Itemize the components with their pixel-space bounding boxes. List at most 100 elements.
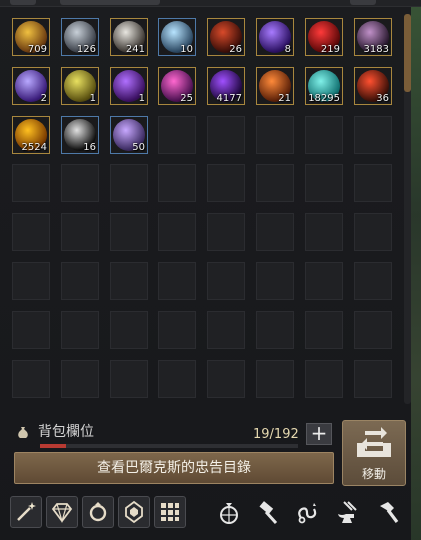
inventory-item-slot[interactable]: 36	[354, 67, 392, 105]
empty-slot[interactable]	[354, 311, 392, 349]
inventory-item-slot[interactable]: 3183	[354, 18, 392, 56]
bottom-toolbar	[0, 492, 421, 540]
inventory-item-slot[interactable]: 10	[158, 18, 196, 56]
item-count: 16	[83, 142, 96, 153]
item-count: 18295	[308, 93, 340, 104]
empty-slot[interactable]	[256, 213, 294, 251]
inventory-item-slot[interactable]: 2	[12, 67, 50, 105]
empty-slot[interactable]	[305, 213, 343, 251]
empty-slot[interactable]	[158, 311, 196, 349]
empty-slot[interactable]	[110, 262, 148, 300]
empty-slot[interactable]	[12, 311, 50, 349]
empty-slot[interactable]	[61, 213, 99, 251]
anvil-icon[interactable]	[330, 496, 362, 528]
barks-advice-button[interactable]: 查看巴爾克斯的忠告目錄	[14, 452, 334, 484]
inventory-item-slot[interactable]: 126	[61, 18, 99, 56]
inventory-item-slot[interactable]: 1	[61, 67, 99, 105]
empty-slot[interactable]	[256, 360, 294, 398]
wand-icon[interactable]	[10, 496, 42, 528]
inventory-item-slot[interactable]: 16	[61, 116, 99, 154]
empty-slot[interactable]	[354, 213, 392, 251]
top-tab-chip[interactable]	[10, 0, 36, 5]
item-count: 3183	[363, 44, 389, 55]
pouch-icon	[18, 427, 28, 438]
empty-slot[interactable]	[354, 164, 392, 202]
item-count: 25	[180, 93, 193, 104]
inventory-item-slot[interactable]: 25	[158, 67, 196, 105]
smith-hammer-icon[interactable]	[370, 496, 402, 528]
empty-slot[interactable]	[61, 311, 99, 349]
empty-slot[interactable]	[354, 116, 392, 154]
empty-slot[interactable]	[305, 116, 343, 154]
empty-slot[interactable]	[207, 164, 245, 202]
orb-icon[interactable]	[212, 496, 244, 528]
inventory-item-slot[interactable]: 4177	[207, 67, 245, 105]
empty-slot[interactable]	[12, 262, 50, 300]
empty-slot[interactable]	[61, 360, 99, 398]
empty-slot[interactable]	[158, 360, 196, 398]
empty-slot[interactable]	[207, 213, 245, 251]
inventory-scrollbar[interactable]	[404, 14, 411, 404]
empty-slot[interactable]	[256, 262, 294, 300]
empty-slot[interactable]	[305, 164, 343, 202]
inventory-item-slot[interactable]: 2524	[12, 116, 50, 154]
inventory-item-slot[interactable]: 26	[207, 18, 245, 56]
bag-slots-label: 背包欄位	[38, 424, 94, 440]
inventory-item-slot[interactable]: 21	[256, 67, 294, 105]
empty-slot[interactable]	[61, 262, 99, 300]
inventory-item-slot[interactable]: 219	[305, 18, 343, 56]
expand-bag-button[interactable]: +	[306, 423, 332, 445]
inventory-item-slot[interactable]: 18295	[305, 67, 343, 105]
empty-slot[interactable]	[110, 213, 148, 251]
empty-slot[interactable]	[354, 262, 392, 300]
empty-slot[interactable]	[61, 164, 99, 202]
inventory-item-slot[interactable]: 50	[110, 116, 148, 154]
top-strip	[0, 0, 421, 7]
empty-slot[interactable]	[12, 360, 50, 398]
empty-slot[interactable]	[354, 360, 392, 398]
empty-slot[interactable]	[207, 311, 245, 349]
empty-slot[interactable]	[256, 164, 294, 202]
item-count: 2	[40, 93, 47, 104]
inventory-item-slot[interactable]: 8	[256, 18, 294, 56]
empty-slot[interactable]	[158, 262, 196, 300]
empty-slot[interactable]	[256, 311, 294, 349]
item-count: 1	[89, 93, 96, 104]
hammer-icon[interactable]	[250, 496, 282, 528]
item-count: 26	[229, 44, 242, 55]
move-button[interactable]: 移動	[342, 420, 406, 486]
ring-icon[interactable]	[82, 496, 114, 528]
crystal-icon[interactable]	[118, 496, 150, 528]
empty-slot[interactable]	[158, 116, 196, 154]
item-count: 1	[138, 93, 145, 104]
inventory-item-slot[interactable]: 709	[12, 18, 50, 56]
empty-slot[interactable]	[207, 262, 245, 300]
inventory-item-slot[interactable]: 1	[110, 67, 148, 105]
item-count: 2524	[21, 142, 47, 153]
capacity-fill	[40, 444, 66, 448]
empty-slot[interactable]	[110, 164, 148, 202]
empty-slot[interactable]	[256, 116, 294, 154]
empty-slot[interactable]	[158, 164, 196, 202]
item-count: 8	[284, 44, 291, 55]
top-tab-chip[interactable]	[350, 0, 376, 5]
empty-slot[interactable]	[207, 116, 245, 154]
empty-slot[interactable]	[207, 360, 245, 398]
empty-slot[interactable]	[110, 360, 148, 398]
scroll-thumb[interactable]	[404, 14, 411, 92]
top-tab-chip[interactable]	[60, 0, 160, 5]
swirl-icon[interactable]	[290, 496, 322, 528]
empty-slot[interactable]	[305, 360, 343, 398]
grid-icon[interactable]	[154, 496, 186, 528]
inventory-item-slot[interactable]: 241	[110, 18, 148, 56]
empty-slot[interactable]	[12, 164, 50, 202]
gem-icon[interactable]	[46, 496, 78, 528]
empty-slot[interactable]	[12, 213, 50, 251]
bag-capacity: 19/192	[253, 427, 299, 442]
item-count: 126	[76, 44, 96, 55]
empty-slot[interactable]	[305, 311, 343, 349]
move-button-label: 移動	[361, 467, 386, 481]
empty-slot[interactable]	[158, 213, 196, 251]
empty-slot[interactable]	[305, 262, 343, 300]
empty-slot[interactable]	[110, 311, 148, 349]
